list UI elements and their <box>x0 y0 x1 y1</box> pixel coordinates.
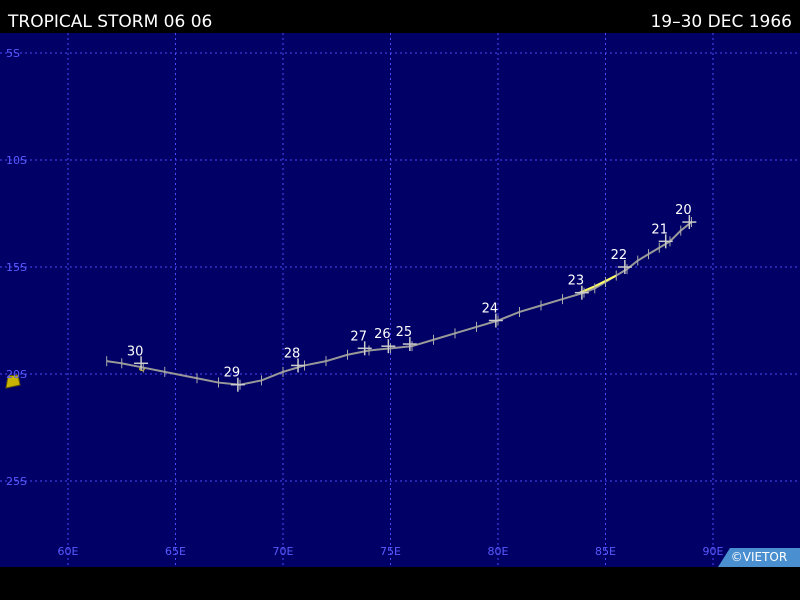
storm-title: TROPICAL STORM 06 06 <box>8 12 213 32</box>
header-bar: TROPICAL STORM 06 06 19–30 DEC 1966 <box>0 0 800 33</box>
day-label: 29 <box>224 366 241 381</box>
day-label: 23 <box>568 274 585 289</box>
lat-label: 10S <box>6 154 27 167</box>
footer-bar <box>0 567 800 600</box>
lon-label: 75E <box>380 545 401 558</box>
lat-label: 25S <box>6 475 27 488</box>
storm-track <box>106 217 693 390</box>
day-label: 25 <box>396 325 413 340</box>
day-label: 21 <box>651 222 668 237</box>
lon-label: 65E <box>165 545 186 558</box>
track-map-svg: 60E 65E 70E 75E 80E 85E 90E 5S 10S 15S 20S 25S 20 21… <box>0 33 800 567</box>
track-line <box>106 221 693 386</box>
lat-label: 20S <box>6 368 27 381</box>
lon-label: 80E <box>488 545 509 558</box>
lat-label: 15S <box>6 261 27 274</box>
lon-label: 60E <box>58 545 79 558</box>
day-label: 20 <box>675 203 692 218</box>
day-label: 22 <box>611 248 628 263</box>
lon-label: 90E <box>703 545 724 558</box>
track-map: 60E 65E 70E 75E 80E 85E 90E 5S 10S 15S 20S 25S 20 21… <box>0 33 800 567</box>
date-range: 19–30 DEC 1966 <box>650 12 792 32</box>
map-grid <box>0 33 800 567</box>
day-label: 27 <box>350 329 367 344</box>
track-storm-segment <box>579 274 617 294</box>
lat-label: 5S <box>6 47 20 60</box>
day-label: 30 <box>127 344 144 359</box>
day-label: 26 <box>374 327 391 342</box>
credit-badge: ©VIETOR <box>718 548 800 567</box>
day-label: 24 <box>482 302 499 317</box>
day-markers: 20 21 22 23 24 25 26 27 28 29 30 <box>127 203 697 392</box>
day-label: 28 <box>284 346 301 361</box>
lon-label: 70E <box>273 545 294 558</box>
lon-label: 85E <box>595 545 616 558</box>
